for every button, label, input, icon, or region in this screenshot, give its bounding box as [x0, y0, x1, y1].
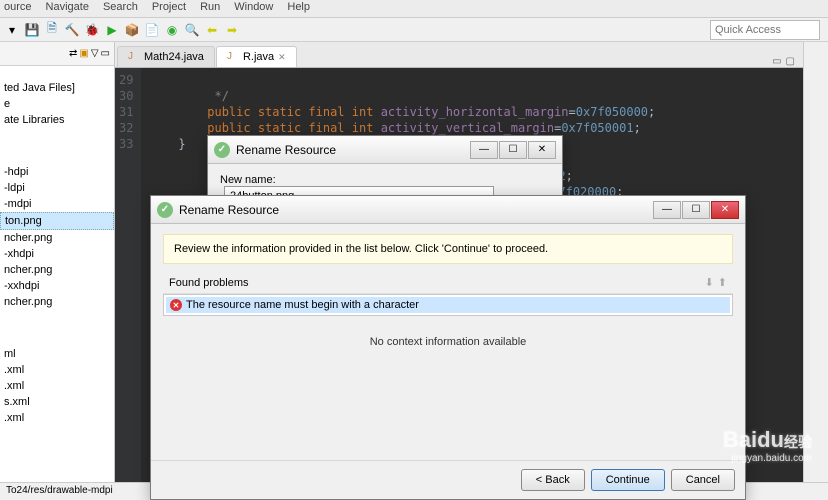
new-project-icon[interactable]: 📄	[144, 22, 160, 38]
close-button[interactable]: ✕	[711, 201, 739, 219]
save-all-icon[interactable]: 🗎	[44, 22, 60, 38]
project-explorer: ⇄ ▣ ▽ ▭ ted Java Files] e ate Libraries …	[0, 42, 115, 482]
tree-item[interactable]: ncher.png	[0, 230, 114, 246]
java-icon: J	[227, 51, 239, 63]
collapse-icon[interactable]: ▣	[79, 48, 88, 59]
section-header: Found problems ⬇ ⬆	[163, 272, 733, 294]
up-arrow-icon[interactable]: ⬆	[718, 276, 727, 289]
back-icon[interactable]: ⬅	[204, 22, 220, 38]
package-icon[interactable]: 📦	[124, 22, 140, 38]
close-icon[interactable]: ✕	[278, 52, 286, 63]
section-title: Found problems	[169, 277, 249, 289]
problem-text: The resource name must begin with a char…	[186, 299, 419, 311]
editor-controls: ▭ ▢	[772, 56, 801, 67]
tree-item[interactable]: e	[0, 96, 114, 112]
error-icon: ✕	[170, 299, 182, 311]
explorer-toolbar: ⇄ ▣ ▽ ▭	[0, 42, 114, 66]
dialog-titlebar[interactable]: ✓ Rename Resource — ☐ ✕	[151, 196, 745, 224]
line-gutter: 2930313233	[115, 68, 141, 482]
menubar: ource Navigate Search Project Run Window…	[0, 0, 828, 18]
menu-item[interactable]: Project	[152, 1, 186, 16]
java-icon: J	[128, 51, 140, 63]
link-icon[interactable]: ⇄	[69, 48, 77, 59]
search-icon[interactable]: 🔍	[184, 22, 200, 38]
field-label: New name:	[220, 174, 276, 186]
dialog-icon: ✓	[214, 142, 230, 158]
tree-item[interactable]: -hdpi	[0, 164, 114, 180]
back-button[interactable]: < Back	[521, 469, 585, 491]
close-button[interactable]: ✕	[528, 141, 556, 159]
right-trim	[803, 42, 828, 482]
tree-item[interactable]: -ldpi	[0, 180, 114, 196]
tree-item[interactable]: ncher.png	[0, 262, 114, 278]
tree-item[interactable]: .xml	[0, 378, 114, 394]
save-icon[interactable]: 💾	[24, 22, 40, 38]
down-arrow-icon[interactable]: ⬇	[705, 276, 714, 289]
dialog-titlebar[interactable]: ✓ Rename Resource — ☐ ✕	[208, 136, 562, 164]
tree-item[interactable]: ted Java Files]	[0, 80, 114, 96]
tree-item[interactable]: ncher.png	[0, 294, 114, 310]
status-path: To24/res/drawable-mdpi	[6, 485, 113, 496]
debug-icon[interactable]: 🐞	[84, 22, 100, 38]
menu-item[interactable]: Help	[287, 1, 310, 16]
maximize-button[interactable]: ☐	[682, 201, 710, 219]
editor-tabs: J Math24.java J R.java ✕ ▭ ▢	[115, 42, 803, 68]
tree-item[interactable]: -xhdpi	[0, 246, 114, 262]
run-icon[interactable]: ▶	[104, 22, 120, 38]
editor-tab[interactable]: J Math24.java	[117, 46, 215, 67]
menu-item[interactable]: ource	[4, 1, 32, 16]
dialog-icon: ✓	[157, 202, 173, 218]
menu-item[interactable]: Window	[234, 1, 273, 16]
tree-item[interactable]: ml	[0, 346, 114, 362]
class-icon[interactable]: ◉	[164, 22, 180, 38]
menu-item[interactable]: Run	[200, 1, 220, 16]
continue-button[interactable]: Continue	[591, 469, 665, 491]
menu-icon[interactable]: ▽	[91, 48, 99, 59]
tree-item-selected[interactable]: ton.png	[0, 212, 114, 230]
tab-label: R.java	[243, 51, 274, 63]
forward-icon[interactable]: ➡	[224, 22, 240, 38]
minimize-icon[interactable]: ▭	[101, 48, 110, 59]
editor-tab-active[interactable]: J R.java ✕	[216, 46, 297, 67]
minimize-button[interactable]: —	[653, 201, 681, 219]
dialog-buttons: < Back Continue Cancel	[151, 460, 745, 499]
tree-item[interactable]: .xml	[0, 362, 114, 378]
problem-item[interactable]: ✕ The resource name must begin with a ch…	[166, 297, 730, 313]
tree-item[interactable]: ate Libraries	[0, 112, 114, 128]
minimize-icon[interactable]: ▭	[772, 56, 781, 67]
cancel-button[interactable]: Cancel	[671, 469, 735, 491]
menu-item[interactable]: Navigate	[46, 1, 89, 16]
new-icon[interactable]: ▾	[4, 22, 20, 38]
tab-label: Math24.java	[144, 51, 204, 63]
problem-list: ✕ The resource name must begin with a ch…	[163, 294, 733, 316]
maximize-icon[interactable]: ▢	[786, 56, 795, 67]
context-empty: No context information available	[163, 316, 733, 368]
tree-item[interactable]: s.xml	[0, 394, 114, 410]
dialog-title-text: Rename Resource	[236, 143, 336, 157]
hammer-icon[interactable]: 🔨	[64, 22, 80, 38]
menu-item[interactable]: Search	[103, 1, 138, 16]
info-banner: Review the information provided in the l…	[163, 234, 733, 264]
tree-item[interactable]: -mdpi	[0, 196, 114, 212]
dialog-title-text: Rename Resource	[179, 203, 279, 217]
minimize-button[interactable]: —	[470, 141, 498, 159]
tree-item[interactable]: .xml	[0, 410, 114, 426]
rename-dialog-large: ✓ Rename Resource — ☐ ✕ Review the infor…	[150, 195, 746, 500]
quick-access-input[interactable]	[710, 20, 820, 40]
watermark: Baidu经验 jingyan.baidu.com	[723, 427, 812, 464]
main-toolbar: ▾ 💾 🗎 🔨 🐞 ▶ 📦 📄 ◉ 🔍 ⬅ ➡	[0, 18, 828, 42]
tree-item[interactable]: -xxhdpi	[0, 278, 114, 294]
maximize-button[interactable]: ☐	[499, 141, 527, 159]
